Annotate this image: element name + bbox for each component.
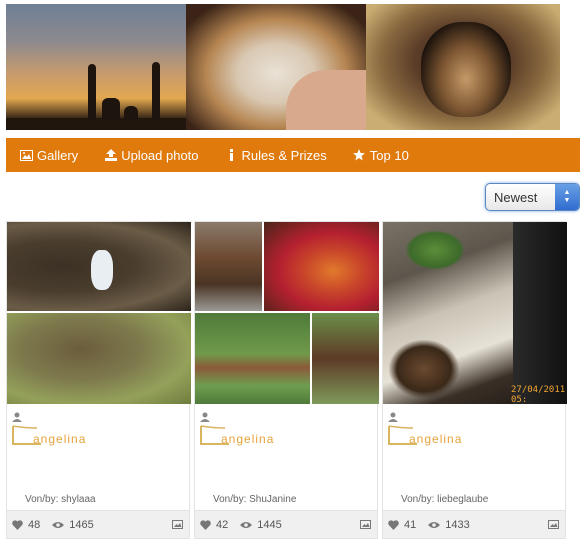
card-stats: 48 1465 <box>7 510 189 538</box>
star-icon <box>353 149 366 161</box>
photo-card[interactable]: angelina Von/by: ShuJanine 42 1445 <box>194 221 379 539</box>
photo-date-stamp: 27/04/2011 05: <box>511 385 566 404</box>
picture-icon <box>20 149 33 161</box>
likes-count: 42 <box>216 518 229 531</box>
select-arrows-icon: ▲ ▼ <box>555 184 579 210</box>
card-username[interactable]: angelina <box>409 432 462 446</box>
photo-collage[interactable]: 27/04/2011 05: <box>383 222 567 404</box>
card-stats: 42 1445 <box>195 510 377 538</box>
sort-selected-value: Newest <box>494 189 538 205</box>
info-icon <box>225 149 238 161</box>
photo-collage[interactable] <box>195 222 379 404</box>
photo-horse-rider <box>195 313 310 404</box>
upload-icon <box>104 149 117 161</box>
photo-collage[interactable] <box>7 222 191 404</box>
eye-icon <box>52 521 65 528</box>
nav-top-10[interactable]: Top 10 <box>353 148 409 163</box>
card-stats: 41 1433 <box>383 510 565 538</box>
heart-icon[interactable] <box>12 519 23 530</box>
banner-photo-silhouettes <box>6 4 186 130</box>
heart-icon[interactable] <box>388 519 399 530</box>
nav-rules-prizes[interactable]: Rules & Prizes <box>225 148 327 163</box>
user-icon <box>388 412 398 422</box>
views-count: 1433 <box>445 518 470 531</box>
picture-icon[interactable] <box>548 520 559 529</box>
eye-icon <box>240 521 253 528</box>
header-banner <box>6 4 560 130</box>
views-count: 1465 <box>69 518 94 531</box>
likes-count: 48 <box>28 518 41 531</box>
heart-icon[interactable] <box>200 519 211 530</box>
photo-ducklings-grass <box>7 313 191 404</box>
card-byline: Von/by: shylaaa <box>25 494 96 505</box>
nav-label: Upload photo <box>121 147 199 163</box>
dog-silhouette <box>102 98 120 120</box>
photo-horse-field <box>312 313 379 404</box>
photo-card[interactable]: angelina Von/by: shylaaa 48 1465 <box>6 221 191 539</box>
eye-icon <box>428 521 441 528</box>
photo-horse-trailer <box>264 222 379 311</box>
likes-count: 41 <box>404 518 417 531</box>
card-byline: Von/by: ShuJanine <box>213 494 297 505</box>
nav-label: Rules & Prizes <box>241 147 327 163</box>
card-byline: Von/by: liebeglaube <box>401 494 489 505</box>
card-username[interactable]: angelina <box>33 432 86 446</box>
views-count: 1445 <box>257 518 282 531</box>
nav-upload-photo[interactable]: Upload photo <box>104 147 199 163</box>
photo-card[interactable]: 27/04/2011 05: angelina Von/by: liebegla… <box>382 221 567 539</box>
sort-select[interactable]: Newest ▲ ▼ <box>485 183 580 211</box>
banner-photo-dog <box>366 4 560 130</box>
card-username[interactable]: angelina <box>221 432 274 446</box>
banner-photo-cat <box>186 4 366 130</box>
person-silhouette <box>152 62 160 120</box>
user-icon <box>200 412 210 422</box>
card-profile: angelina Von/by: shylaaa <box>7 406 189 512</box>
card-profile: angelina Von/by: ShuJanine <box>195 406 377 512</box>
nav-label: Gallery <box>37 147 79 163</box>
main-nav: Gallery Upload photo Rules & Prizes Top … <box>6 138 580 172</box>
picture-icon[interactable] <box>360 520 371 529</box>
person-silhouette <box>88 64 96 120</box>
user-icon <box>12 412 22 422</box>
picture-icon[interactable] <box>172 520 183 529</box>
card-profile: angelina Von/by: liebeglaube <box>383 406 565 512</box>
photo-horse-stable <box>195 222 262 311</box>
nav-label: Top 10 <box>369 147 409 163</box>
dog-silhouette <box>124 106 138 120</box>
nav-gallery[interactable]: Gallery <box>20 148 78 163</box>
